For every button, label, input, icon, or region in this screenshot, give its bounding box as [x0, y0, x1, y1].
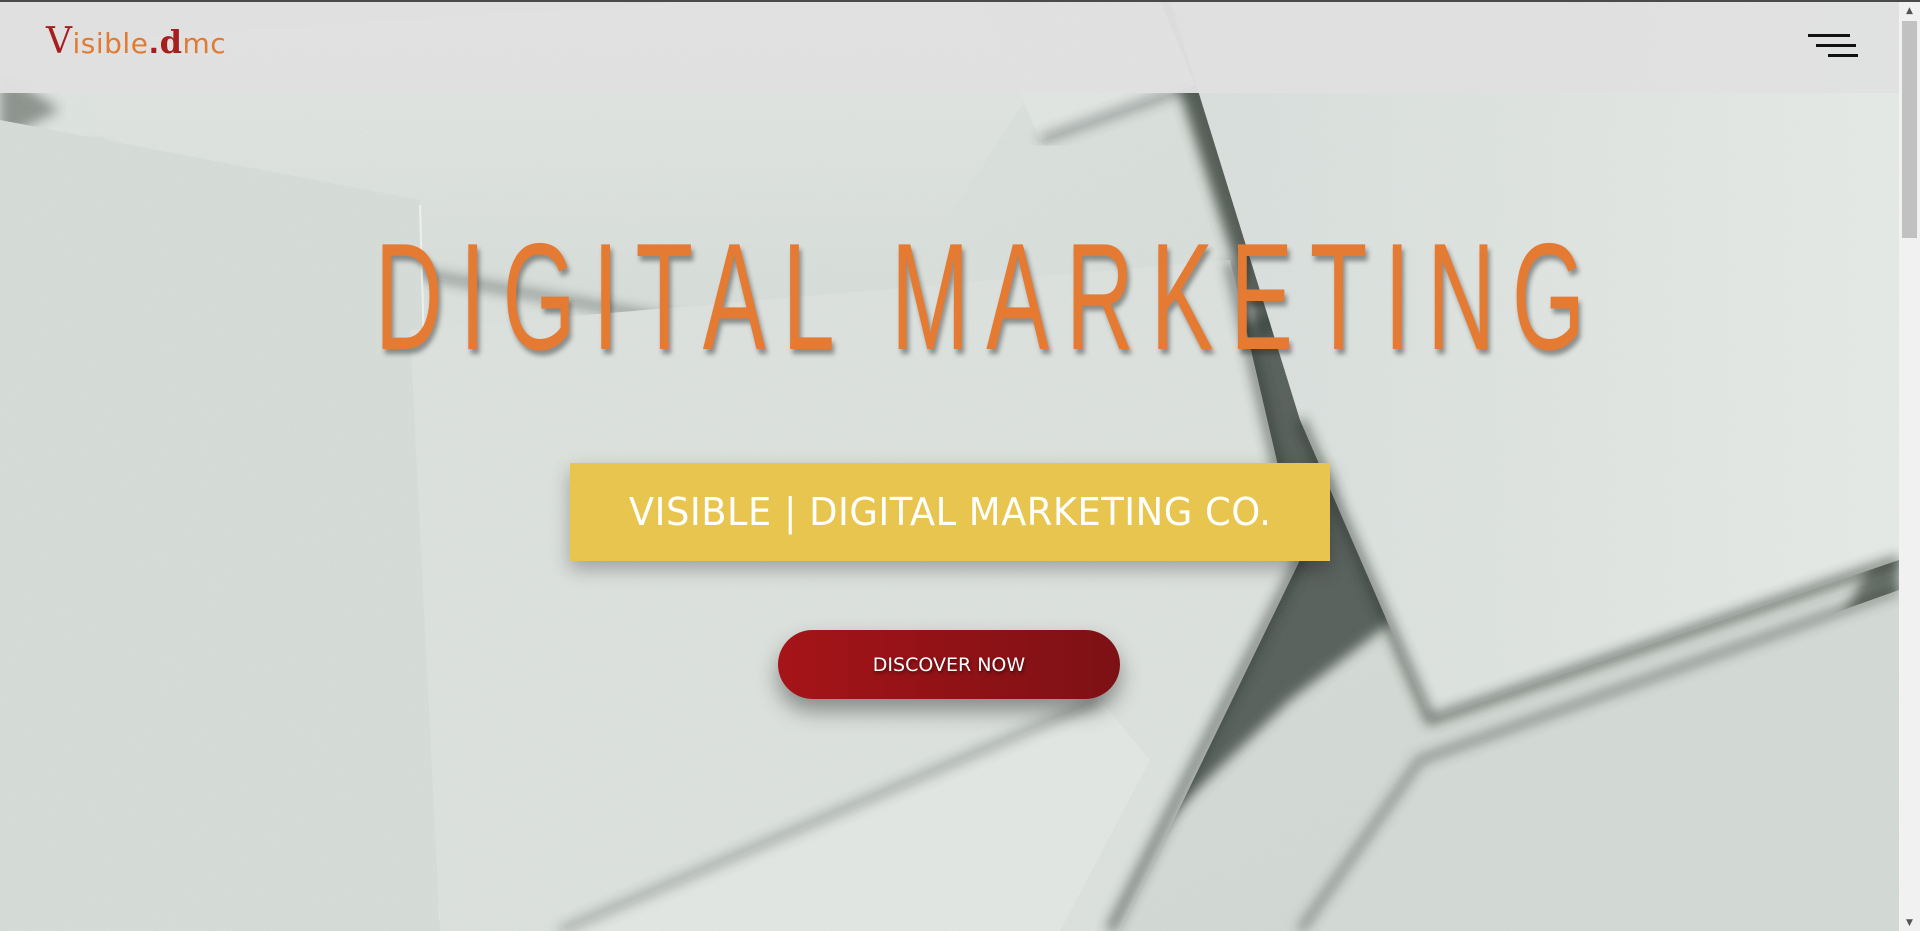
hero-tagline: VISIBLE | DIGITAL MARKETING CO.: [628, 490, 1272, 534]
hero-tagline-box: VISIBLE | DIGITAL MARKETING CO.: [570, 463, 1330, 561]
scrollbar-thumb[interactable]: [1902, 21, 1917, 238]
logo-letter-v: V: [46, 21, 73, 62]
logo-text-isible: isible: [72, 27, 149, 60]
hero-headline: DIGITAL MARKETING: [374, 212, 1602, 382]
site-header: Visible.dmc: [0, 2, 1899, 93]
discover-now-button[interactable]: DISCOVER NOW: [778, 630, 1120, 699]
site-logo[interactable]: Visible.dmc: [46, 22, 226, 64]
hamburger-menu-button[interactable]: [1806, 32, 1858, 66]
hamburger-menu-icon-line: [1828, 54, 1858, 57]
hamburger-menu-icon: [1808, 34, 1850, 37]
scroll-up-arrow-icon[interactable]: ▲: [1899, 2, 1920, 19]
page-scrollbar[interactable]: ▲ ▼: [1899, 2, 1920, 931]
hamburger-menu-icon-line: [1816, 44, 1856, 47]
window-top-border: [0, 0, 1920, 2]
logo-text-mc: mc: [182, 27, 227, 60]
logo-dot: .: [148, 27, 160, 60]
logo-letter-d: d: [159, 23, 183, 61]
scroll-down-arrow-icon[interactable]: ▼: [1899, 914, 1920, 931]
